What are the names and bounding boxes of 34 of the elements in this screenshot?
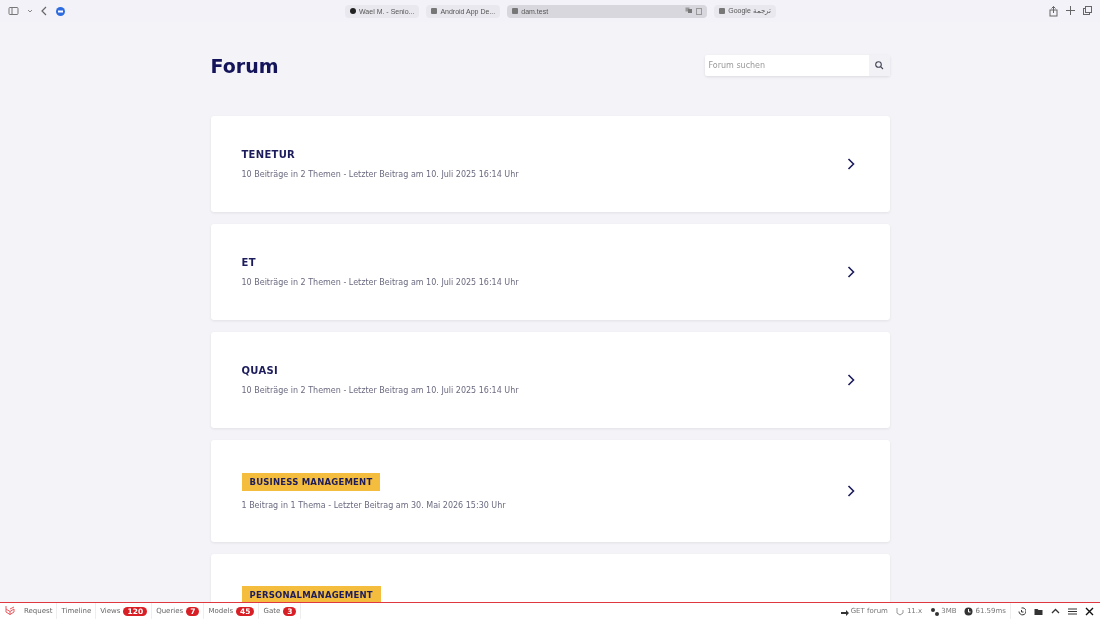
- translate-icon[interactable]: [685, 7, 694, 14]
- chevron-up-icon[interactable]: [1051, 606, 1060, 616]
- search-button[interactable]: [868, 55, 890, 76]
- share-icon[interactable]: [1049, 5, 1058, 17]
- folder-icon[interactable]: [1034, 606, 1043, 616]
- forum-summary: 10 Beiträge in 2 Themen - Letzter Beitrag am 10. Juli 2025 16:14 Uhr: [241, 386, 519, 395]
- page-title: Forum: [210, 54, 279, 77]
- search-icon[interactable]: [874, 61, 884, 70]
- history-icon[interactable]: [1017, 606, 1026, 616]
- avatar-icon: [350, 8, 356, 14]
- chevron-down-icon[interactable]: [27, 9, 33, 13]
- forum-summary: 10 Beiträge in 2 Themen - Letzter Beitrag am 10. Juli 2025 16:14 Uhr: [241, 170, 519, 179]
- forum-summary: 1 Beitrag in 1 Thema - Letzter Beitrag am 30. Mai 2026 15:30 Uhr: [241, 500, 506, 510]
- back-icon[interactable]: [41, 6, 48, 16]
- chevron-right-icon[interactable]: [846, 374, 855, 386]
- plus-icon[interactable]: [1066, 5, 1075, 15]
- tabs-overview-icon[interactable]: [1083, 5, 1092, 15]
- clock-icon[interactable]: [964, 606, 974, 616]
- chevron-right-icon[interactable]: [846, 266, 855, 278]
- favicon-icon: [719, 8, 726, 14]
- close-icon[interactable]: [1085, 606, 1094, 616]
- forum-title[interactable]: ET: [241, 257, 256, 268]
- site-icon[interactable]: [56, 6, 65, 16]
- forum-title[interactable]: QUASI: [241, 365, 278, 376]
- menu-icon[interactable]: [1068, 606, 1077, 616]
- chevron-right-icon[interactable]: [846, 485, 855, 497]
- chevron-right-icon[interactable]: [846, 158, 855, 170]
- favicon-icon: [431, 8, 438, 14]
- forum-summary: 10 Beiträge in 2 Themen - Letzter Beitrag am 10. Juli 2025 16:14 Uhr: [241, 278, 519, 287]
- forum-title[interactable]: TENETUR: [241, 149, 296, 160]
- category-tag[interactable]: BUSINESS MANAGEMENT: [241, 472, 381, 491]
- favicon-icon: [512, 8, 519, 14]
- category-tag[interactable]: PERSONALMANAGEMENT: [241, 586, 381, 602]
- sidebar-icon[interactable]: [8, 6, 19, 16]
